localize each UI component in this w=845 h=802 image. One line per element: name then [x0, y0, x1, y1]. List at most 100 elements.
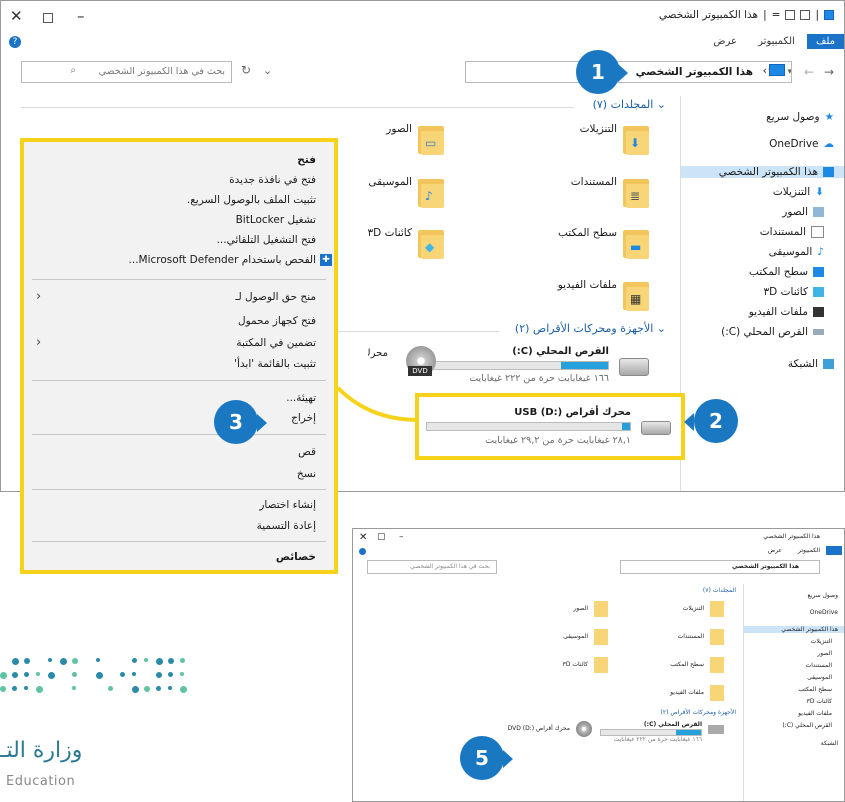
logo-dot — [156, 686, 161, 691]
search-box[interactable]: بحث في هذا الكمبيوتر الشخصي ⌕ — [21, 61, 232, 83]
thumb-folder-icon[interactable] — [594, 657, 608, 673]
minimize-icon[interactable]: – — [77, 7, 85, 25]
drives-group-header[interactable]: ⌄ الأجهزة ومحركات الأقراص (٢) — [515, 322, 666, 335]
thumb-nav-item[interactable]: ملفات الفيديو — [798, 710, 832, 717]
folders-group-header[interactable]: ⌄ المجلدات (٧) — [593, 98, 666, 111]
thumb-nav-item[interactable]: المستندات — [806, 662, 832, 669]
back-icon[interactable]: → — [824, 65, 834, 79]
thumb-dvd-icon[interactable] — [576, 721, 592, 737]
thumb-nav-item[interactable]: سطح المكتب — [798, 686, 832, 693]
thumb-nav-item[interactable]: وصول سريع — [807, 592, 838, 599]
folder-desktop[interactable]: ▬ سطح المكتب — [558, 227, 649, 259]
menu-item-bitlocker[interactable]: تشغيل BitLocker — [236, 214, 316, 226]
tab-view[interactable]: عرض — [704, 34, 746, 49]
thumb-hard-drive-icon[interactable] — [708, 725, 724, 734]
menu-item-open-new-window[interactable]: فتح في نافذة جديدة — [229, 174, 316, 186]
nav-item-documents[interactable]: المستندات — [760, 226, 824, 238]
folder-music[interactable]: ♪ الموسيقى — [368, 176, 444, 208]
menu-item-pin-quick-access[interactable]: تثبيت الملف بالوصول السريع. — [187, 194, 316, 206]
thumb-nav-item[interactable]: هذا الكمبيوتر الشخصي — [744, 626, 844, 633]
thumb-folder-icon[interactable] — [710, 629, 724, 645]
thumb-nav-item[interactable]: الشبكة — [821, 740, 838, 747]
minimize-icon[interactable]: – — [399, 532, 404, 542]
refresh-icon[interactable]: ↻ — [241, 63, 251, 77]
thumb-nav-item[interactable]: التنزيلات — [811, 638, 832, 645]
nav-item-videos[interactable]: ملفات الفيديو — [749, 306, 824, 318]
thumb-folder-icon[interactable] — [594, 629, 608, 645]
thumb-nav-item[interactable]: الموسيقى — [807, 674, 832, 681]
nav-item-downloads[interactable]: ⬇ التنزيلات — [773, 186, 824, 198]
menu-item-format[interactable]: تهيئة... — [286, 392, 316, 404]
thumb-folder-icon[interactable] — [710, 685, 724, 701]
nav-item-3d-objects[interactable]: كائنات ۳D — [764, 286, 824, 298]
thumb-folders-group[interactable]: المجلدات (٧) — [703, 587, 736, 594]
title-bar: | = | هذا الكمبيوتر الشخصي — [659, 9, 834, 21]
menu-item-open-portable[interactable]: فتح كجهاز محمول — [238, 315, 316, 327]
thumb-folder-icon[interactable] — [594, 601, 608, 617]
thumb-nav-item[interactable]: OneDrive — [810, 609, 838, 616]
forward-icon[interactable]: ← — [804, 65, 814, 79]
computer-icon — [824, 10, 834, 20]
nav-item-desktop[interactable]: سطح المكتب — [749, 266, 824, 278]
downloads-folder-icon: ⬇ — [623, 123, 649, 155]
maximize-icon[interactable]: ▢ — [377, 532, 386, 542]
thumb-nav-item[interactable]: الصور — [817, 650, 832, 657]
tab-computer[interactable]: الكمبيوتر — [749, 34, 804, 49]
thumb-tab-view[interactable]: عرض — [768, 547, 782, 554]
thumb-folder-icon[interactable] — [710, 657, 724, 673]
menu-item-open[interactable]: فتح — [297, 154, 316, 166]
close-icon[interactable]: ✕ — [10, 7, 23, 25]
nav-item-network[interactable]: الشبكة — [788, 358, 834, 370]
menu-item-pin-start[interactable]: تثبيت بالقائمة 'ابدأ' — [234, 358, 316, 370]
close-icon[interactable]: ✕ — [359, 532, 367, 543]
thumb-folder-icon[interactable] — [710, 601, 724, 617]
nav-item-local-disk[interactable]: القرص المحلي (C:) — [721, 326, 824, 338]
thumb-file-tab[interactable] — [826, 546, 842, 555]
thumb-drives-group[interactable]: الأجهزة ومحركات الأقراص (٢) — [661, 709, 736, 716]
drive-c[interactable]: القرص المحلي (C:) ١٦٦ غيغابايت حرة من ٢٢… — [419, 346, 649, 386]
menu-item-autoplay[interactable]: فتح التشغيل التلقائي... — [217, 234, 316, 246]
thumb-nav-item[interactable]: كائنات ۳D — [807, 698, 832, 705]
folder-3d-objects[interactable]: ◆ كائنات ۳D — [368, 227, 444, 259]
logo-dot — [132, 672, 136, 676]
drive-usb[interactable]: محرك أقراص USB (D:) ٢٨,١ غيغابايت حرة من… — [423, 407, 671, 447]
nav-item-pictures[interactable]: الصور — [782, 206, 824, 218]
menu-item-properties[interactable]: خصائص — [276, 551, 316, 563]
folder-downloads[interactable]: ⬇ التنزيلات — [580, 123, 649, 155]
help-icon[interactable]: ? — [9, 36, 21, 48]
menu-item-eject[interactable]: إخراج — [291, 412, 316, 424]
folder-videos[interactable]: ▦ ملفات الفيديو — [558, 279, 649, 311]
menu-item-cut[interactable]: قص — [298, 446, 316, 458]
properties-icon[interactable] — [800, 10, 811, 20]
nav-item-this-pc[interactable]: هذا الكمبيوتر الشخصي — [681, 166, 844, 178]
help-icon[interactable] — [359, 548, 366, 555]
step-badge-5: 5 — [460, 736, 504, 780]
address-bar[interactable]: › هذا الكمبيوتر الشخصي — [465, 61, 792, 83]
qat-dropdown-icon[interactable]: = — [772, 9, 781, 21]
menu-item-give-access[interactable]: منح حق الوصول لـ — [235, 291, 316, 303]
thumb-address-bar[interactable]: هذا الكمبيوتر الشخصي — [620, 560, 820, 574]
logo-dot — [24, 686, 28, 690]
thumbnail-explorer-window: ✕ ▢ – هذا الكمبيوتر الشخصي الكمبيوتر عرض… — [352, 528, 845, 802]
menu-item-create-shortcut[interactable]: إنشاء اختصار — [259, 499, 316, 511]
thumb-nav-item[interactable]: القرص المحلي (C:) — [782, 722, 832, 729]
folder-pictures[interactable]: ▭ الصور — [386, 123, 444, 155]
address-dropdown-icon[interactable]: ⌄ — [263, 64, 272, 77]
menu-item-defender-scan[interactable]: الفحص باستخدام Microsoft Defender... — [129, 254, 316, 266]
new-folder-icon[interactable] — [785, 10, 796, 20]
thumb-folder-label: الصور — [573, 605, 588, 612]
tab-file[interactable]: ملف — [806, 34, 844, 49]
nav-item-onedrive[interactable]: ☁ OneDrive — [769, 138, 834, 150]
menu-item-include-library[interactable]: تضمين في المكتبة — [236, 337, 316, 349]
thumb-search-box[interactable]: بحث في هذا الكمبيوتر الشخصي — [367, 560, 497, 574]
menu-item-copy[interactable]: نسخ — [297, 468, 316, 480]
nav-item-music[interactable]: ♪ الموسيقى — [769, 246, 824, 258]
search-placeholder[interactable]: بحث في هذا الكمبيوتر الشخصي — [99, 66, 225, 77]
folder-documents[interactable]: ≣ المستندات — [571, 176, 649, 208]
nav-item-quick-access[interactable]: ★ وصول سريع — [766, 111, 834, 123]
maximize-icon[interactable] — [43, 9, 53, 27]
thumb-folder-label: كائنات ۳D — [562, 661, 588, 668]
breadcrumb-current[interactable]: هذا الكمبيوتر الشخصي — [636, 66, 753, 78]
menu-item-rename[interactable]: إعادة التسمية — [257, 520, 316, 532]
thumb-tab-computer[interactable]: الكمبيوتر — [798, 547, 820, 554]
